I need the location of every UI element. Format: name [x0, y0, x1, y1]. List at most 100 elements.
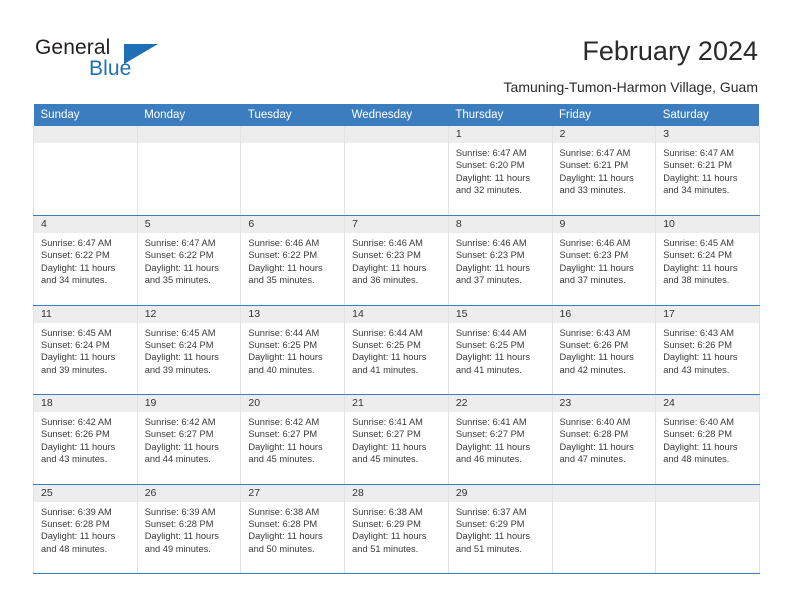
daylight-text-line1: Daylight: 11 hours — [144, 441, 219, 452]
calendar-day-cell[interactable]: 14 Sunrise: 6:44 AM Sunset: 6:25 PM Dayligh… — [344, 305, 449, 395]
daylight-text-line2: and 34 minutes. — [663, 185, 730, 196]
calendar-day-cell[interactable]: 1 Sunrise: 6:47 AM Sunset: 6:20 PM Daylight… — [447, 126, 553, 216]
day-detail: Sunrise: 6:40 AM Sunset: 6:28 PM Daylight:… — [553, 412, 656, 466]
day-detail: Sunrise: 6:46 AM Sunset: 6:23 PM Daylight:… — [553, 233, 656, 287]
calendar-day-cell[interactable]: 5 Sunrise: 6:47 AM Sunset: 6:22 PM Daylight… — [136, 215, 242, 306]
sunset-text: Sunset: 6:24 PM — [41, 339, 110, 350]
calendar-day-cell-empty — [240, 126, 346, 216]
day-number: 1 — [448, 126, 552, 143]
calendar-day-cell[interactable]: 27 Sunrise: 6:38 AM Sunset: 6:28 PM Dayligh… — [240, 484, 346, 574]
sunset-text: Sunset: 6:22 PM — [144, 250, 214, 261]
daylight-text-line2: and 42 minutes. — [559, 364, 626, 375]
sunrise-text: Sunrise: 6:39 AM — [144, 506, 216, 517]
calendar-week-row: 1 Sunrise: 6:47 AM Sunset: 6:20 PM Daylight… — [33, 126, 760, 216]
sunrise-text: Sunrise: 6:47 AM — [663, 148, 735, 158]
sunrise-text: Sunrise: 6:41 AM — [455, 417, 527, 427]
day-number: 17 — [656, 305, 759, 323]
general-blue-logo[interactable]: General Blue — [33, 36, 223, 92]
day-number: 24 — [656, 395, 759, 412]
calendar-day-cell[interactable]: 23 Sunrise: 6:40 AM Sunset: 6:28 PM Dayligh… — [551, 394, 657, 485]
day-detail: Sunrise: 6:39 AM Sunset: 6:28 PM Daylight:… — [138, 502, 241, 556]
calendar-day-cell[interactable]: 24 Sunrise: 6:40 AM Sunset: 6:28 PM Dayligh… — [655, 394, 760, 485]
sunrise-text: Sunrise: 6:47 AM — [144, 238, 216, 248]
day-detail: Sunrise: 6:39 AM Sunset: 6:28 PM Daylight:… — [34, 502, 137, 556]
daylight-text-line2: and 51 minutes. — [352, 543, 419, 554]
daylight-text-line1: Daylight: 11 hours — [663, 172, 738, 183]
day-number — [656, 484, 759, 502]
day-number: 8 — [448, 216, 552, 233]
sunrise-text: Sunrise: 6:47 AM — [455, 148, 527, 158]
calendar-day-cell[interactable]: 26 Sunrise: 6:39 AM Sunset: 6:28 PM Dayligh… — [136, 484, 242, 574]
calendar-header-row: Sunday Monday Tuesday Wednesday Thursday… — [33, 104, 760, 126]
sunrise-text: Sunrise: 6:40 AM — [663, 417, 735, 427]
sunrise-text: Sunrise: 6:38 AM — [352, 506, 423, 517]
sunset-text: Sunset: 6:28 PM — [663, 429, 732, 440]
sunrise-text: Sunrise: 6:42 AM — [248, 417, 320, 427]
calendar-day-cell[interactable]: 20 Sunrise: 6:42 AM Sunset: 6:27 PM Dayligh… — [240, 394, 346, 485]
day-detail: Sunrise: 6:46 AM Sunset: 6:23 PM Daylight:… — [449, 233, 552, 287]
sunset-text: Sunset: 6:23 PM — [455, 250, 525, 261]
sunrise-text: Sunrise: 6:45 AM — [144, 327, 216, 338]
sunset-text: Sunset: 6:27 PM — [248, 429, 318, 440]
daylight-text-line1: Daylight: 11 hours — [663, 262, 738, 273]
day-detail — [241, 143, 344, 147]
day-number: 2 — [552, 126, 656, 143]
day-number: 9 — [552, 216, 656, 233]
day-number: 6 — [241, 216, 345, 233]
daylight-text-line2: and 51 minutes. — [455, 543, 522, 554]
calendar-day-cell[interactable]: 13 Sunrise: 6:44 AM Sunset: 6:25 PM Dayligh… — [240, 305, 346, 395]
calendar-day-cell[interactable]: 10 Sunrise: 6:45 AM Sunset: 6:24 PM Dayligh… — [655, 215, 760, 306]
day-detail: Sunrise: 6:42 AM Sunset: 6:26 PM Daylight:… — [34, 412, 137, 466]
daylight-text-line2: and 43 minutes. — [663, 364, 730, 375]
calendar-day-cell[interactable]: 18 Sunrise: 6:42 AM Sunset: 6:26 PM Dayligh… — [33, 394, 138, 485]
calendar-day-cell[interactable]: 4 Sunrise: 6:47 AM Sunset: 6:22 PM Daylight… — [33, 215, 138, 306]
page-subtitle-location: Tamuning-Tumon-Harmon Village, Guam — [503, 79, 758, 95]
calendar-day-cell-empty — [655, 484, 760, 574]
calendar-day-cell[interactable]: 19 Sunrise: 6:42 AM Sunset: 6:27 PM Dayligh… — [136, 394, 242, 485]
calendar-day-cell[interactable]: 3 Sunrise: 6:47 AM Sunset: 6:21 PM Daylight… — [655, 126, 760, 216]
calendar-day-cell[interactable]: 29 Sunrise: 6:37 AM Sunset: 6:29 PM Dayligh… — [447, 484, 553, 574]
day-detail: Sunrise: 6:47 AM Sunset: 6:21 PM Daylight:… — [656, 143, 759, 197]
day-number: 22 — [448, 395, 552, 412]
calendar-day-cell[interactable]: 8 Sunrise: 6:46 AM Sunset: 6:23 PM Daylight… — [447, 215, 553, 306]
calendar-day-cell[interactable]: 9 Sunrise: 6:46 AM Sunset: 6:23 PM Daylight… — [551, 215, 657, 306]
day-detail: Sunrise: 6:44 AM Sunset: 6:25 PM Daylight:… — [449, 323, 552, 377]
calendar-day-cell[interactable]: 17 Sunrise: 6:43 AM Sunset: 6:26 PM Dayligh… — [655, 305, 760, 395]
calendar-day-cell[interactable]: 21 Sunrise: 6:41 AM Sunset: 6:27 PM Dayligh… — [344, 394, 449, 485]
daylight-text-line1: Daylight: 11 hours — [248, 441, 323, 452]
sunrise-text: Sunrise: 6:46 AM — [455, 238, 527, 248]
sunrise-text: Sunrise: 6:41 AM — [352, 417, 423, 427]
daylight-text-line1: Daylight: 11 hours — [352, 441, 427, 452]
weekday-header-saturday: Saturday — [655, 104, 760, 126]
sunset-text: Sunset: 6:28 PM — [248, 518, 318, 529]
day-detail: Sunrise: 6:44 AM Sunset: 6:25 PM Daylight:… — [241, 323, 344, 377]
weekday-header-monday: Monday — [137, 104, 241, 126]
calendar-day-cell[interactable]: 15 Sunrise: 6:44 AM Sunset: 6:25 PM Dayligh… — [447, 305, 553, 395]
sunset-text: Sunset: 6:29 PM — [455, 518, 525, 529]
calendar-day-cell[interactable]: 16 Sunrise: 6:43 AM Sunset: 6:26 PM Dayligh… — [551, 305, 657, 395]
day-detail: Sunrise: 6:45 AM Sunset: 6:24 PM Daylight:… — [34, 323, 137, 377]
day-detail: Sunrise: 6:41 AM Sunset: 6:27 PM Daylight:… — [449, 412, 552, 466]
daylight-text-line2: and 32 minutes. — [455, 185, 522, 196]
calendar-day-cell[interactable]: 6 Sunrise: 6:46 AM Sunset: 6:22 PM Daylight… — [240, 215, 346, 306]
calendar-day-cell[interactable]: 12 Sunrise: 6:45 AM Sunset: 6:24 PM Dayligh… — [136, 305, 242, 395]
daylight-text-line2: and 48 minutes. — [663, 454, 730, 465]
day-number — [241, 126, 345, 143]
day-number: 20 — [241, 395, 345, 412]
sunset-text: Sunset: 6:27 PM — [144, 429, 214, 440]
day-number: 14 — [345, 305, 448, 323]
calendar-day-cell[interactable]: 28 Sunrise: 6:38 AM Sunset: 6:29 PM Dayligh… — [344, 484, 449, 574]
calendar-day-cell[interactable]: 22 Sunrise: 6:41 AM Sunset: 6:27 PM Dayligh… — [447, 394, 553, 485]
sunset-text: Sunset: 6:28 PM — [41, 518, 110, 529]
sunrise-text: Sunrise: 6:40 AM — [559, 417, 631, 427]
day-detail: Sunrise: 6:38 AM Sunset: 6:28 PM Daylight:… — [241, 502, 344, 556]
calendar-day-cell[interactable]: 2 Sunrise: 6:47 AM Sunset: 6:21 PM Daylight… — [551, 126, 657, 216]
daylight-text-line2: and 49 minutes. — [144, 543, 211, 554]
day-detail: Sunrise: 6:38 AM Sunset: 6:29 PM Daylight:… — [345, 502, 448, 556]
sunrise-text: Sunrise: 6:43 AM — [559, 327, 631, 338]
sunrise-text: Sunrise: 6:47 AM — [559, 148, 631, 158]
calendar-day-cell[interactable]: 11 Sunrise: 6:45 AM Sunset: 6:24 PM Dayligh… — [33, 305, 138, 395]
calendar-day-cell[interactable]: 25 Sunrise: 6:39 AM Sunset: 6:28 PM Dayligh… — [33, 484, 138, 574]
calendar-day-cell[interactable]: 7 Sunrise: 6:46 AM Sunset: 6:23 PM Daylight… — [344, 215, 449, 306]
sunset-text: Sunset: 6:25 PM — [455, 339, 525, 350]
